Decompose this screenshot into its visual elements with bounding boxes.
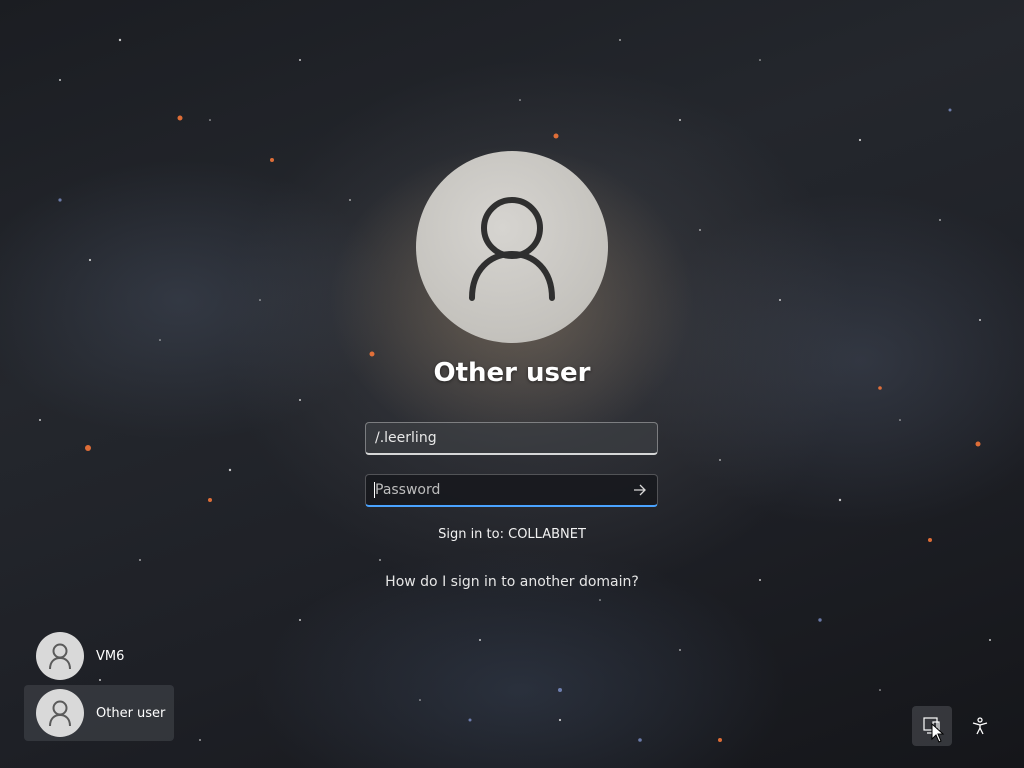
arrow-right-icon [634, 484, 646, 496]
password-placeholder: Password [375, 482, 441, 498]
lock-screen: Other user /.leerling Password Sign in t… [0, 0, 1024, 768]
user-icon [49, 643, 71, 670]
user-title: Other user [433, 358, 591, 388]
avatar [36, 632, 84, 680]
user-icon [49, 700, 71, 727]
submit-button[interactable] [623, 476, 657, 504]
user-icon [469, 197, 555, 301]
accessibility-button[interactable] [960, 706, 1000, 746]
username-value: /.leerling [375, 430, 437, 446]
other-domain-link[interactable]: How do I sign in to another domain? [312, 574, 712, 590]
accessibility-icon [972, 717, 988, 735]
user-tile-label: Other user [96, 705, 166, 721]
user-tile-vm6[interactable]: VM6 [24, 628, 174, 684]
avatar [36, 689, 84, 737]
username-field[interactable]: /.leerling [365, 422, 658, 455]
password-field[interactable]: Password [365, 474, 658, 507]
mouse-cursor [931, 723, 945, 743]
user-tile-label: VM6 [96, 648, 125, 664]
user-tile-other-user[interactable]: Other user [24, 685, 174, 741]
user-avatar [416, 151, 608, 343]
sign-in-domain: Sign in to: COLLABNET [438, 527, 586, 542]
